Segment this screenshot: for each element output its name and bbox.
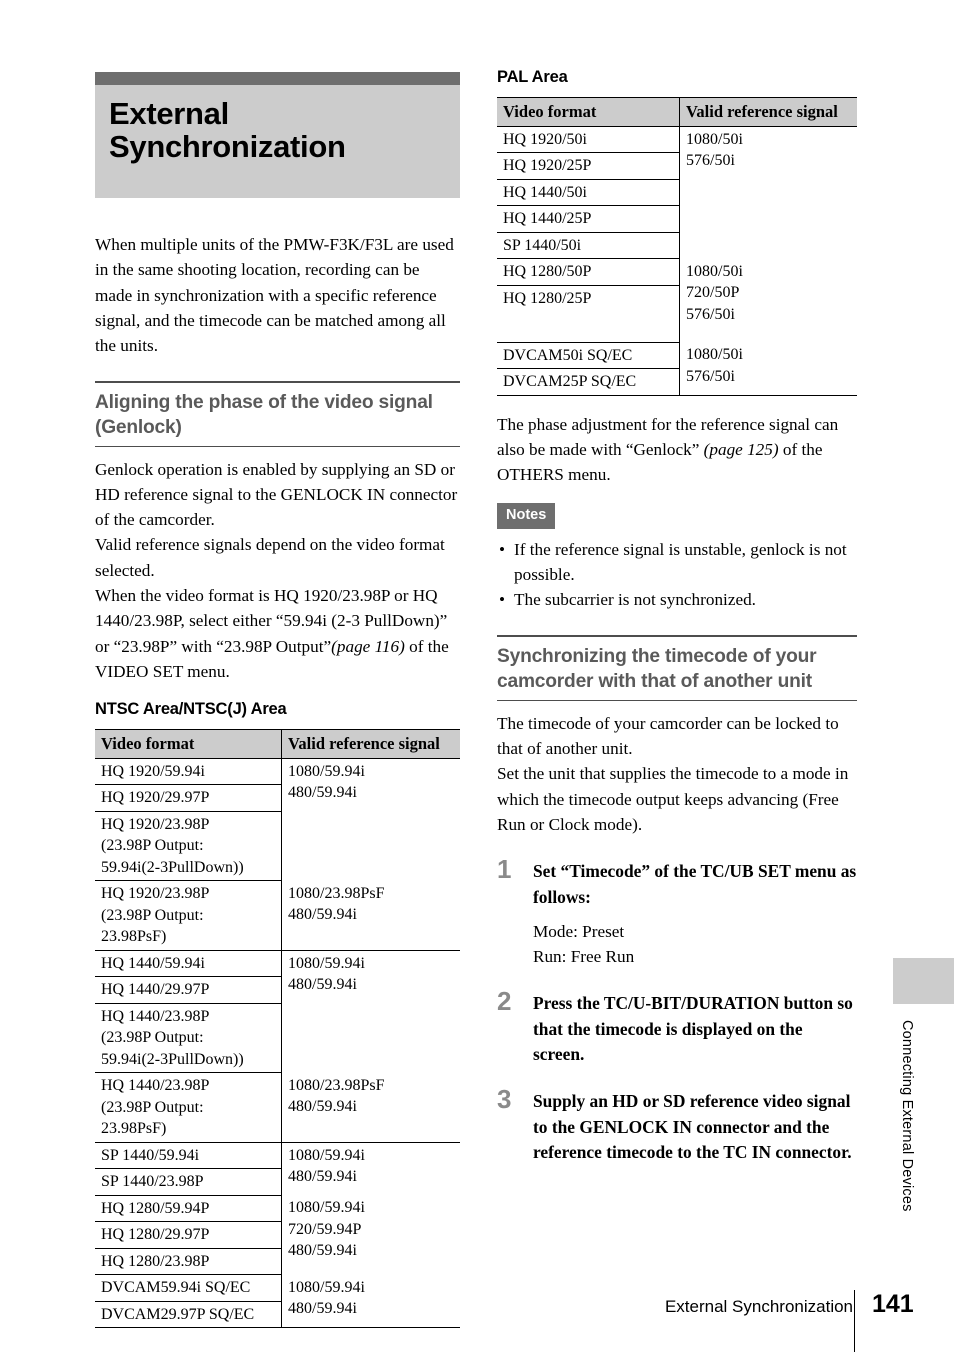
cell-format: HQ 1280/23.98P <box>95 1248 282 1276</box>
cell-signal: 1080/59.94i 480/59.94i <box>288 954 365 994</box>
document-page: External Synchronization When multiple u… <box>0 0 954 1352</box>
cell-format: HQ 1280/50P <box>497 258 680 286</box>
genlock-paragraph-1: Genlock operation is enabled by supplyin… <box>95 459 458 530</box>
pal-col-video-format: Video format <box>497 97 680 127</box>
pal-area-subheading: PAL Area <box>497 68 568 86</box>
phase-page-reference: (page 125) <box>703 439 779 459</box>
step-3-number: 3 <box>497 1084 512 1115</box>
cell-format: HQ 1440/29.97P <box>95 976 282 1004</box>
cell-format: HQ 1920/50i <box>497 126 680 153</box>
step-1-title: Set “Timecode” of the TC/UB SET menu as … <box>533 861 857 907</box>
chapter-title-block: External Synchronization <box>95 72 460 199</box>
table-header-row: Video format Valid reference signal <box>95 729 460 759</box>
cell-format: DVCAM50i SQ/EC <box>497 342 680 369</box>
table-header-row: Video format Valid reference signal <box>497 97 857 127</box>
step-2-title: Press the TC/U-BIT/DURATION button so th… <box>533 993 853 1065</box>
step-3-title: Supply an HD or SD reference video signa… <box>533 1091 852 1162</box>
cell-format: HQ 1440/23.98P (23.98P Output: 59.94i(2-… <box>95 1003 282 1074</box>
phase-adjustment-paragraph: The phase adjustment for the reference s… <box>497 412 857 488</box>
cell-format: HQ 1920/25P <box>497 152 680 180</box>
table-row: HQ 1920/50i 1080/50i 576/50i <box>497 126 857 169</box>
genlock-paragraph-3: When the video format is HQ 1920/23.98P … <box>95 583 460 684</box>
side-tab-marker <box>893 958 954 1004</box>
table-row: SP 1440/59.94i 1080/59.94i 480/59.94i <box>95 1142 460 1185</box>
footer-section-title: External Synchronization <box>664 1297 853 1316</box>
cell-format: HQ 1440/25P <box>497 205 680 233</box>
step-1-number: 1 <box>497 854 512 885</box>
table-row: HQ 1280/50P 1080/50i 720/50P 576/50i <box>497 258 857 323</box>
side-tab-label: Connecting External Devices <box>899 1020 915 1212</box>
right-column: PAL Area Video format Valid reference si… <box>497 68 857 1165</box>
step-2: 2 Press the TC/U-BIT/DURATION button so … <box>497 986 857 1067</box>
page-footer: External Synchronization 141 <box>0 1290 954 1352</box>
cell-signal: 1080/59.94i 480/59.94i <box>288 762 365 802</box>
cell-format: SP 1440/59.94i <box>95 1142 282 1170</box>
cell-signal: 1080/23.98PsF 480/59.94i <box>281 1072 460 1143</box>
timecode-paragraph-2: Set the unit that supplies the timecode … <box>497 764 849 834</box>
step-2-number: 2 <box>497 986 512 1017</box>
step-3: 3 Supply an HD or SD reference video sig… <box>497 1084 857 1165</box>
table-row: HQ 1440/59.94i 1080/59.94i 480/59.94i <box>95 950 460 993</box>
table-row: DVCAM50i SQ/EC 1080/50i 576/50i <box>497 342 857 385</box>
cell-format: HQ 1920/29.97P <box>95 784 282 812</box>
timecode-paragraph-1: The timecode of your camcorder can be lo… <box>497 713 839 759</box>
table-row: HQ 1280/59.94P 1080/59.94i 720/59.94P 48… <box>95 1195 460 1259</box>
step-1-body: Mode: Preset Run: Free Run <box>533 921 635 967</box>
section-heading-genlock: Aligning the phase of the video signal (… <box>95 380 460 447</box>
table-row: HQ 1920/59.94i 1080/59.94i 480/59.94i <box>95 758 460 801</box>
ntsc-col-video-format: Video format <box>95 729 282 759</box>
section-heading-timecode: Synchronizing the timecode of your camco… <box>497 634 857 701</box>
step-1: 1 Set “Timecode” of the TC/UB SET menu a… <box>497 854 857 969</box>
table-row: HQ 1920/23.98P (23.98P Output: 23.98PsF)… <box>95 880 460 951</box>
cell-format: DVCAM25P SQ/EC <box>497 368 680 395</box>
cell-signal: 1080/59.94i 720/59.94P 480/59.94i <box>288 1199 365 1260</box>
cell-format: HQ 1440/50i <box>497 179 680 206</box>
notes-block: Notes If the reference signal is unstabl… <box>497 503 857 613</box>
genlock-page-reference: (page 116) <box>331 636 405 656</box>
pal-format-table: Video format Valid reference signal HQ 1… <box>497 97 857 396</box>
pal-col-valid-signal: Valid reference signal <box>679 97 857 127</box>
page-number: 141 <box>872 1290 914 1318</box>
cell-signal: 1080/59.94i 480/59.94i <box>288 1146 365 1186</box>
cell-signal: 1080/50i 576/50i <box>686 130 743 170</box>
left-column: External Synchronization When multiple u… <box>95 72 460 1329</box>
cell-signal: 1080/23.98PsF 480/59.94i <box>281 880 460 951</box>
footer-divider <box>854 1290 856 1352</box>
cell-format: SP 1440/23.98P <box>95 1168 282 1196</box>
page-title: External Synchronization <box>109 96 346 164</box>
cell-format: HQ 1280/59.94P <box>95 1195 282 1223</box>
cell-format: SP 1440/50i <box>497 232 680 259</box>
ntsc-format-table: Video format Valid reference signal HQ 1… <box>95 729 460 1329</box>
cell-signal: 1080/50i 720/50P 576/50i <box>686 262 743 323</box>
section-heading-genlock-label: Aligning the phase of the video signal (… <box>95 391 433 438</box>
list-item: If the reference signal is unstable, gen… <box>497 537 857 588</box>
notes-list: If the reference signal is unstable, gen… <box>497 537 857 613</box>
ntsc-col-valid-signal: Valid reference signal <box>281 729 460 759</box>
chapter-title-accent-bar <box>95 72 460 85</box>
intro-paragraph: When multiple units of the PMW-F3K/F3L a… <box>95 235 454 356</box>
cell-format: HQ 1440/23.98P (23.98P Output: 23.98PsF) <box>95 1072 282 1143</box>
cell-format: HQ 1920/23.98P (23.98P Output: 59.94i(2-… <box>95 811 282 882</box>
table-row: HQ 1440/23.98P (23.98P Output: 23.98PsF)… <box>95 1072 460 1143</box>
list-item: The subcarrier is not synchronized. <box>497 587 857 613</box>
cell-format: HQ 1440/59.94i <box>95 950 282 978</box>
status-badge: Notes <box>497 503 556 529</box>
genlock-paragraph-2: Valid reference signals depend on the vi… <box>95 535 445 580</box>
cell-format: HQ 1920/59.94i <box>95 758 282 786</box>
ntsc-area-subheading: NTSC Area/NTSC(J) Area <box>95 700 287 719</box>
cell-format: HQ 1920/23.98P (23.98P Output: 23.98PsF) <box>95 880 282 951</box>
cell-signal: 1080/50i 576/50i <box>686 346 743 385</box>
cell-format: HQ 1280/29.97P <box>95 1221 282 1249</box>
section-heading-timecode-label: Synchronizing the timecode of your camco… <box>497 645 817 692</box>
cell-format: HQ 1280/25P <box>497 285 680 343</box>
